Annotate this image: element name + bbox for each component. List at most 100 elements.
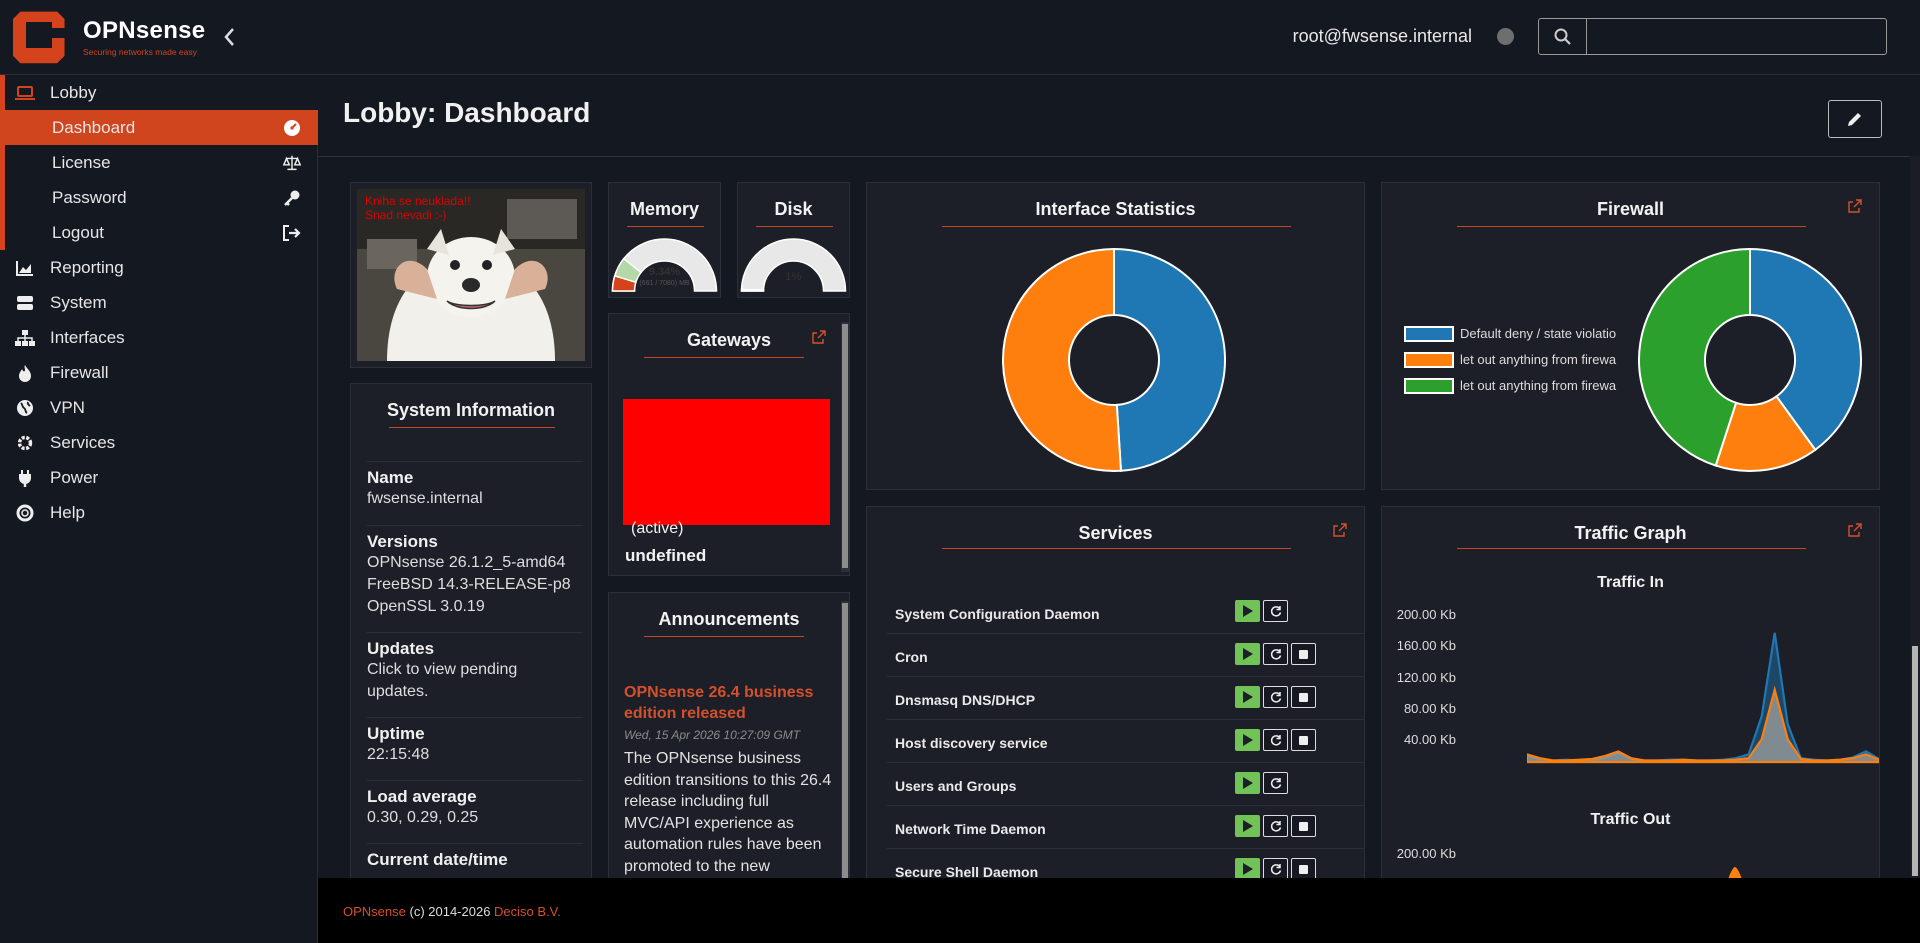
page-title: Lobby: Dashboard (343, 97, 591, 128)
picture-caption: Kniha se neuklada!! (365, 194, 471, 208)
sidebar-item-system[interactable]: System (0, 285, 318, 320)
legend-swatch (1404, 378, 1454, 394)
sidebar-item-label: Power (50, 468, 99, 487)
traffic-in-title: Traffic In (1597, 574, 1664, 591)
sidebar-item-logout[interactable]: Logout (0, 215, 318, 250)
start-service-button[interactable] (1235, 686, 1260, 708)
legend-label: Default deny / state violatio (1460, 326, 1617, 341)
footer-brand-link[interactable]: OPNsense (343, 904, 406, 919)
stop-service-button[interactable] (1291, 815, 1316, 837)
service-controls (1235, 772, 1288, 794)
footer-company-link[interactable]: Deciso B.V. (494, 904, 561, 919)
sysinfo-uptime: Uptime 22:15:48 (367, 717, 583, 766)
sidebar-item-label: Password (52, 188, 127, 207)
legend-label: let out anything from firewa (1460, 378, 1617, 393)
widget-title: Interface Statistics (1035, 199, 1196, 219)
sidebar-item-vpn[interactable]: VPN (0, 390, 318, 425)
stop-service-button[interactable] (1291, 729, 1316, 751)
system-status-icon[interactable] (1497, 28, 1514, 45)
footer-copyright: (c) 2014-2026 (405, 904, 495, 919)
y-tick-label: 160.00 Kb (1396, 638, 1456, 654)
sidebar-item-lobby[interactable]: Lobby (0, 75, 318, 110)
start-service-button[interactable] (1235, 600, 1260, 622)
cog-icon (15, 433, 35, 453)
edit-dashboard-button[interactable] (1828, 100, 1882, 138)
stop-service-button[interactable] (1291, 686, 1316, 708)
restart-service-button[interactable] (1263, 600, 1288, 622)
y-tick-label: 200.00 Kb (1396, 846, 1456, 861)
sign-out-icon (282, 223, 302, 243)
external-link-icon[interactable] (1847, 522, 1863, 538)
external-link-icon[interactable] (811, 329, 827, 345)
sidebar-item-power[interactable]: Power (0, 460, 318, 495)
sidebar-item-firewall[interactable]: Firewall (0, 355, 318, 390)
service-row: Users and Groups (887, 763, 1364, 806)
y-tick-label: 80.00 Kb (1403, 700, 1456, 716)
area-chart-icon (15, 258, 35, 278)
sidebar-item-label: Logout (52, 223, 104, 242)
sidebar-item-license[interactable]: License (0, 145, 318, 180)
start-service-button[interactable] (1235, 772, 1260, 794)
sidebar-item-label: Lobby (50, 83, 97, 102)
area-series (1527, 632, 1879, 764)
external-link-icon[interactable] (1847, 198, 1863, 214)
server-icon (15, 293, 35, 313)
page-scrollbar[interactable] (1910, 156, 1920, 878)
sysinfo-datetime: Current date/time (367, 843, 583, 870)
top-bar: OPNsense Securing networks made easy roo… (0, 0, 1920, 75)
start-service-button[interactable] (1235, 858, 1260, 880)
collapse-sidebar-icon[interactable] (222, 26, 244, 52)
sidebar-item-services[interactable]: Services (0, 425, 318, 460)
pending-updates-link[interactable]: updates. (367, 681, 583, 703)
sysinfo-updates: Updates Click to view pending updates. (367, 632, 583, 703)
widget-title: Announcements (658, 609, 800, 629)
external-link-icon[interactable] (1332, 522, 1348, 538)
legend-label: let out anything from firewa (1460, 352, 1617, 367)
restart-service-button[interactable] (1263, 643, 1288, 665)
opnsense-logo[interactable]: OPNsense Securing networks made easy (13, 8, 228, 66)
memory-detail: (661 / 7080) MB (639, 280, 690, 287)
interface-statistics-chart (1002, 247, 1226, 472)
sidebar-item-dashboard[interactable]: Dashboard (0, 110, 318, 145)
start-service-button[interactable] (1235, 729, 1260, 751)
gateways-scrollbar[interactable] (841, 322, 849, 572)
gateways-widget: Gateways (active) undefined (608, 313, 850, 576)
announcement-date: Wed, 15 Apr 2026 10:27:09 GMT (624, 728, 801, 742)
plug-icon (15, 468, 35, 488)
widget-title: Firewall (1596, 199, 1665, 219)
service-controls (1235, 686, 1316, 708)
stop-service-button[interactable] (1291, 643, 1316, 665)
brand-name: OPNsense (83, 17, 206, 44)
search-icon[interactable] (1539, 19, 1587, 54)
search-input[interactable] (1588, 19, 1886, 54)
restart-service-button[interactable] (1263, 729, 1288, 751)
service-row: Cron (887, 634, 1364, 677)
life-ring-icon (15, 503, 35, 523)
restart-service-button[interactable] (1263, 772, 1288, 794)
sidebar-item-help[interactable]: Help (0, 495, 318, 530)
sysinfo-load-average: Load average 0.30, 0.29, 0.25 (367, 780, 583, 829)
sidebar-item-label: Services (50, 433, 116, 452)
dashboard-icon (282, 118, 302, 138)
gateway-value: undefined (625, 546, 707, 565)
service-row: Host discovery service (887, 720, 1364, 763)
start-service-button[interactable] (1235, 815, 1260, 837)
system-information-widget: System Information Name fwsense.internal… (350, 383, 592, 882)
restart-service-button[interactable] (1263, 686, 1288, 708)
key-icon (282, 188, 302, 208)
announcement-headline[interactable]: OPNsense 26.4 business edition released (624, 682, 829, 724)
sysinfo-name: Name fwsense.internal (367, 461, 583, 510)
pending-updates-link[interactable]: Click to view pending (367, 659, 583, 681)
sidebar-item-interfaces[interactable]: Interfaces (0, 320, 318, 355)
y-tick-label: 120.00 Kb (1396, 669, 1456, 685)
sidebar-item-label: System (50, 293, 107, 312)
user-account-link[interactable]: root@fwsense.internal (1293, 26, 1472, 47)
start-service-button[interactable] (1235, 643, 1260, 665)
stop-service-button[interactable] (1291, 858, 1316, 880)
sidebar-item-label: License (52, 153, 111, 172)
sidebar-item-reporting[interactable]: Reporting (0, 250, 318, 285)
sidebar-item-password[interactable]: Password (0, 180, 318, 215)
restart-service-button[interactable] (1263, 815, 1288, 837)
announcements-scrollbar[interactable] (841, 601, 849, 881)
restart-service-button[interactable] (1263, 858, 1288, 880)
